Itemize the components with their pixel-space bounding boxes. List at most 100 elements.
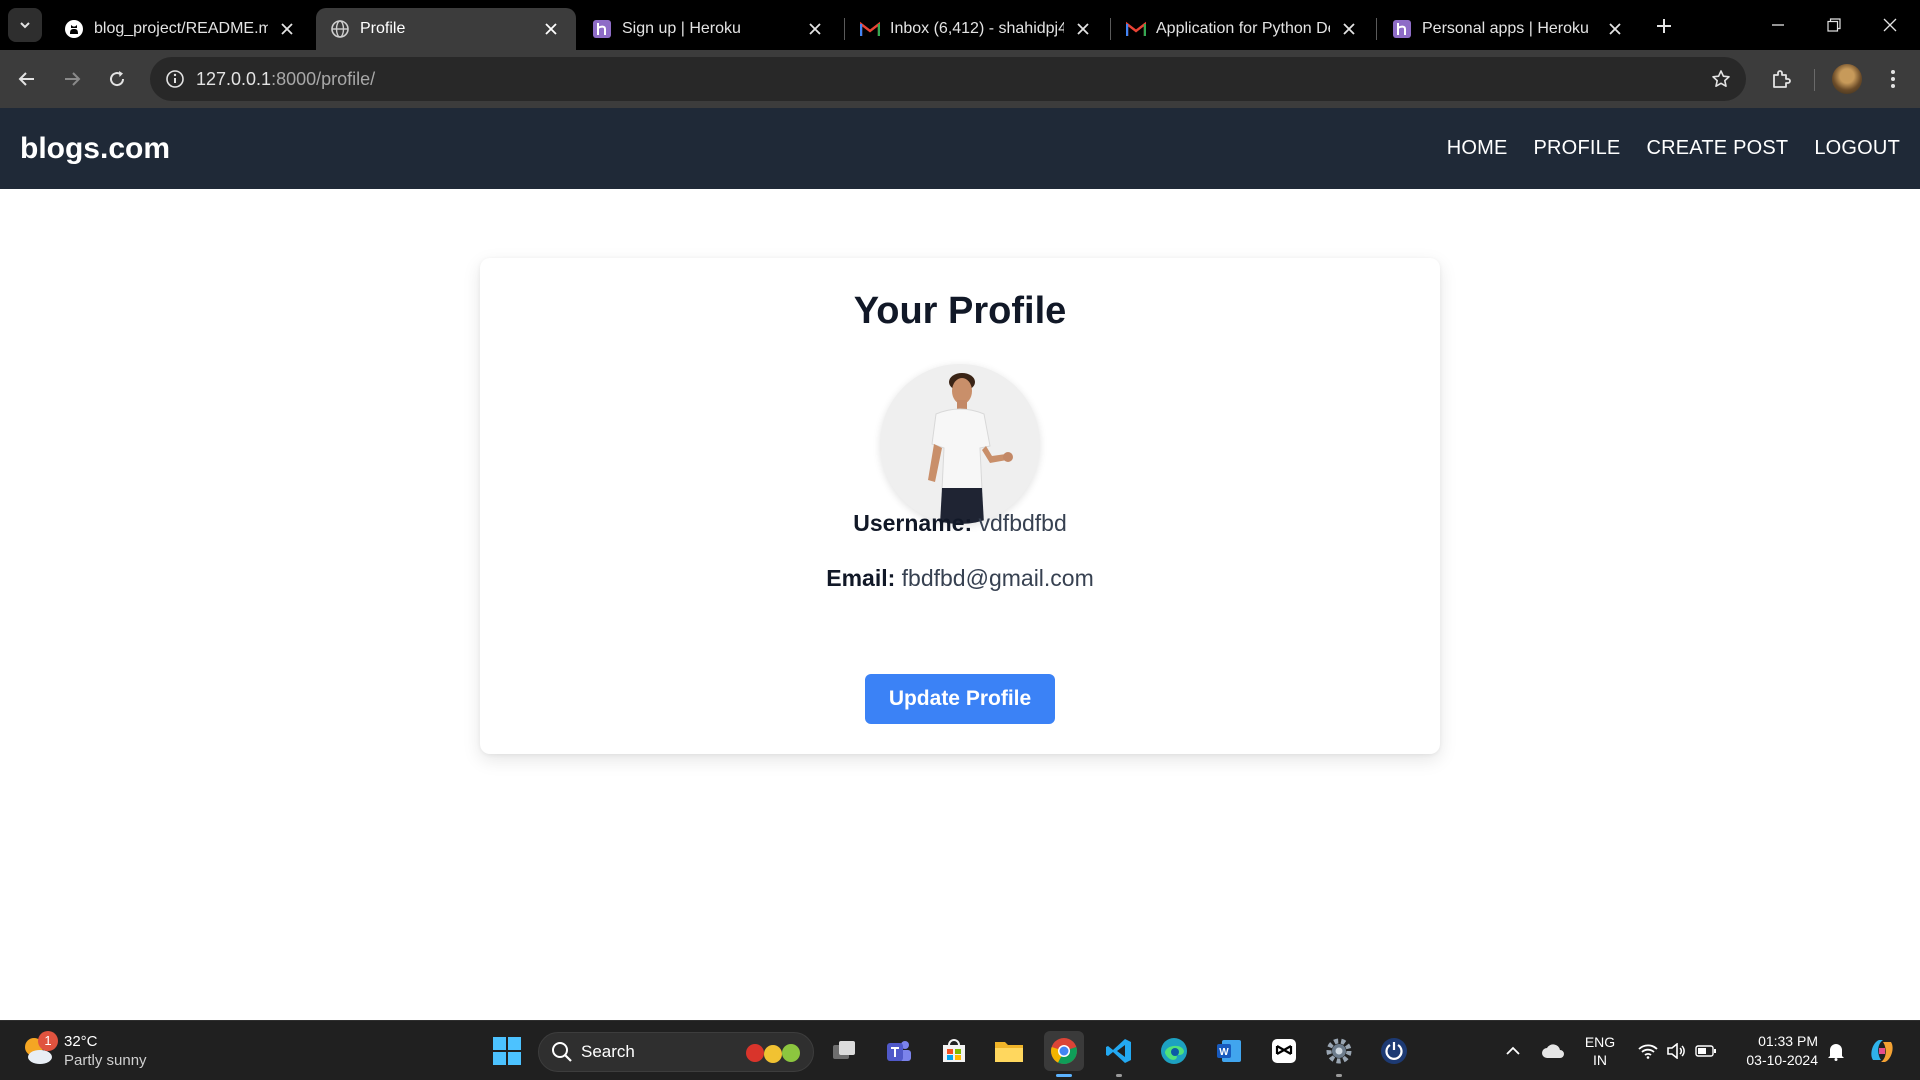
chrome-icon [1051, 1038, 1077, 1065]
bell-icon [1828, 1044, 1844, 1061]
minimize-button[interactable] [1750, 8, 1806, 42]
tab-title: blog_project/README.md [94, 20, 268, 37]
language-indicator[interactable]: ENG IN [1580, 1021, 1620, 1080]
tab-separator [844, 18, 845, 40]
chevron-down-icon [20, 22, 30, 29]
copilot-button[interactable] [1862, 1021, 1902, 1080]
address-bar[interactable]: 127.0.0.1:8000/profile/ [150, 57, 1746, 101]
username-value: vdfbdfbd [978, 510, 1067, 536]
update-profile-button[interactable]: Update Profile [865, 674, 1055, 724]
edge-app[interactable] [1154, 1031, 1194, 1071]
profile-avatar[interactable] [1832, 64, 1862, 94]
battery-button[interactable] [1692, 1021, 1720, 1080]
weather-widget[interactable]: 1 32°C Partly sunny [20, 1029, 147, 1073]
nav-create-post-link[interactable]: CREATE POST [1646, 137, 1788, 160]
new-tab-button[interactable] [1650, 12, 1678, 40]
volume-button[interactable] [1662, 1021, 1690, 1080]
vscode-app[interactable] [1099, 1031, 1139, 1077]
close-icon[interactable] [1338, 18, 1360, 40]
menu-button[interactable] [1876, 62, 1910, 96]
teams-icon [887, 1041, 911, 1061]
restore-button[interactable] [1806, 8, 1862, 42]
extensions-button[interactable] [1764, 62, 1798, 96]
windows-icon [493, 1037, 521, 1065]
close-icon[interactable] [804, 18, 826, 40]
bookmark-star-icon[interactable] [1706, 64, 1736, 94]
reload-button[interactable] [100, 62, 134, 96]
battery-icon [1695, 1045, 1716, 1057]
nav-logout-link[interactable]: LOGOUT [1814, 137, 1900, 160]
gmail-icon [1126, 19, 1146, 39]
weather-badge: 1 [38, 1031, 58, 1051]
close-icon[interactable] [276, 18, 298, 40]
fruit-icon [746, 1044, 800, 1063]
username-row: Username: vdfbdfbd [480, 510, 1440, 537]
page-title: Your Profile [853, 290, 1067, 332]
tab-title: Sign up | Heroku [622, 20, 741, 37]
search-label: Search [581, 1042, 635, 1061]
site-brand[interactable]: blogs.com [20, 108, 170, 189]
file-explorer-app[interactable] [989, 1031, 1029, 1071]
forward-button[interactable] [55, 62, 89, 96]
svg-text:W: W [1219, 1047, 1229, 1058]
nav-links: HOME PROFILE CREATE POST LOGOUT [1447, 108, 1900, 189]
onedrive-button[interactable] [1538, 1021, 1568, 1080]
weather-temp: 32°C [64, 1033, 98, 1050]
tab-github-readme[interactable]: blog_project/README.md [50, 8, 312, 50]
nav-profile-link[interactable]: PROFILE [1534, 137, 1621, 160]
gear-icon [1326, 1038, 1352, 1064]
close-window-button[interactable] [1862, 8, 1918, 42]
power-icon [1381, 1038, 1407, 1064]
wifi-button[interactable] [1634, 1021, 1662, 1080]
tab-gmail-inbox[interactable]: Inbox (6,412) - shahidpj40 [846, 8, 1108, 50]
power-app[interactable] [1374, 1031, 1414, 1071]
tab-title: Profile [360, 20, 406, 37]
tab-search-button[interactable] [8, 8, 42, 42]
site-navbar: blogs.com HOME PROFILE CREATE POST LOGOU… [0, 108, 1920, 189]
restore-icon [1827, 18, 1841, 32]
word-app[interactable]: W [1209, 1031, 1249, 1071]
show-hidden-icons-button[interactable] [1500, 1021, 1526, 1080]
word-icon: W [1217, 1040, 1241, 1062]
close-icon[interactable] [1072, 18, 1094, 40]
notifications-button[interactable] [1822, 1021, 1850, 1080]
edge-icon [1161, 1038, 1187, 1064]
site-info-icon[interactable] [160, 64, 190, 94]
arrow-right-icon [65, 72, 81, 86]
store-app[interactable] [934, 1031, 974, 1071]
start-button[interactable] [487, 1031, 527, 1071]
close-icon[interactable] [1604, 18, 1626, 40]
toolbar-divider [1814, 69, 1815, 91]
browser-toolbar: 127.0.0.1:8000/profile/ [0, 50, 1920, 108]
region-code: IN [1593, 1052, 1607, 1068]
back-button[interactable] [10, 62, 44, 96]
puzzle-icon [1773, 70, 1791, 88]
search-icon [552, 1042, 572, 1062]
nav-home-link[interactable]: HOME [1447, 137, 1508, 160]
tab-heroku-apps[interactable]: Personal apps | Heroku [1378, 8, 1640, 50]
store-icon [943, 1039, 965, 1062]
tab-profile[interactable]: Profile [316, 8, 576, 50]
task-view-icon [833, 1041, 855, 1059]
close-icon [1883, 18, 1897, 32]
heroku-icon [592, 19, 612, 39]
tab-gmail-application[interactable]: Application for Python Dev [1112, 8, 1374, 50]
task-view-button[interactable] [824, 1031, 864, 1071]
system-clock[interactable]: 01:33 PM 03-10-2024 [1730, 1021, 1818, 1080]
url-text[interactable]: 127.0.0.1:8000/profile/ [196, 57, 375, 101]
windows-taskbar: 1 32°C Partly sunny Search W ENG IN 01:3… [0, 1020, 1920, 1080]
copilot-icon [1871, 1040, 1893, 1062]
minimize-icon [1772, 24, 1784, 26]
weather-condition: Partly sunny [64, 1052, 147, 1069]
tab-title: Application for Python Dev [1156, 20, 1330, 37]
teams-app[interactable] [879, 1031, 919, 1071]
taskbar-search[interactable]: Search [538, 1032, 814, 1072]
tab-heroku-signup[interactable]: Sign up | Heroku [578, 8, 840, 50]
close-icon[interactable] [540, 18, 562, 40]
profile-card: Your Profile Username: vdfbdfbd Email: f… [480, 258, 1440, 754]
active-indicator [1056, 1074, 1072, 1077]
capcut-app[interactable] [1264, 1031, 1304, 1071]
chrome-app[interactable] [1044, 1031, 1084, 1077]
settings-app[interactable] [1319, 1031, 1359, 1077]
clock-date: 03-10-2024 [1746, 1052, 1818, 1068]
